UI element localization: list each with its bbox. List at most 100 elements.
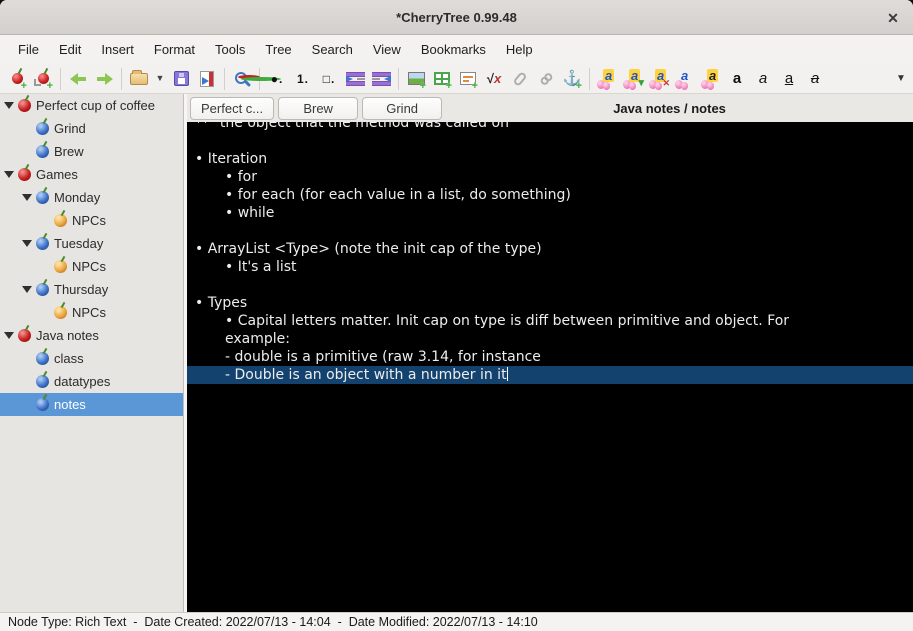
expander-icon[interactable] bbox=[22, 194, 33, 201]
tree-node-label: class bbox=[54, 351, 84, 366]
expander-icon[interactable] bbox=[22, 286, 33, 293]
insert-codebox-button[interactable]: + bbox=[455, 66, 481, 92]
save-as-icon bbox=[200, 70, 214, 87]
menu-tree[interactable]: Tree bbox=[255, 38, 301, 61]
menu-insert[interactable]: Insert bbox=[91, 38, 144, 61]
numbered-list-button[interactable]: 1. bbox=[290, 66, 316, 92]
go-back-button[interactable] bbox=[65, 66, 91, 92]
strikethrough-button[interactable]: a bbox=[802, 66, 828, 92]
expander-icon[interactable] bbox=[4, 171, 15, 178]
close-icon[interactable]: ✕ bbox=[882, 7, 904, 29]
new-node-button[interactable]: + bbox=[4, 66, 30, 92]
insert-anchor-button[interactable]: ⚓ + bbox=[559, 66, 585, 92]
tree-node-datatypes[interactable]: datatypes bbox=[0, 370, 183, 393]
indent-button[interactable] bbox=[342, 66, 368, 92]
tree-node-notes-selected[interactable]: notes bbox=[0, 393, 183, 416]
editor-line[interactable]: • Iteration bbox=[187, 150, 913, 168]
expander-icon[interactable] bbox=[4, 332, 15, 339]
foreground-color-button[interactable]: a bbox=[672, 66, 698, 92]
menu-search[interactable]: Search bbox=[302, 38, 363, 61]
menu-edit[interactable]: Edit bbox=[49, 38, 91, 61]
menu-format[interactable]: Format bbox=[144, 38, 205, 61]
editor-line[interactable]: • Types bbox=[187, 294, 913, 312]
open-file-button[interactable] bbox=[126, 66, 152, 92]
node-button-brew[interactable]: Brew bbox=[278, 96, 359, 120]
background-color-button[interactable]: a bbox=[698, 66, 724, 92]
insert-image-button[interactable]: + bbox=[403, 66, 429, 92]
format-text-button[interactable]: a ▾ bbox=[620, 66, 646, 92]
folder-icon bbox=[130, 69, 148, 85]
remove-format-button[interactable]: a ✕ bbox=[646, 66, 672, 92]
tree-node-tuesday[interactable]: Tuesday bbox=[0, 232, 183, 255]
menu-tools[interactable]: Tools bbox=[205, 38, 255, 61]
bold-button[interactable]: a bbox=[724, 66, 750, 92]
tree-node-brew[interactable]: Brew bbox=[0, 140, 183, 163]
tree-sidebar[interactable]: Perfect cup of coffee Grind Brew Games M… bbox=[0, 94, 183, 612]
underline-button[interactable]: a bbox=[776, 66, 802, 92]
menu-file[interactable]: File bbox=[8, 38, 49, 61]
menu-view[interactable]: View bbox=[363, 38, 411, 61]
editor-line[interactable]: - double is a primitive (raw 3.14, for i… bbox=[187, 348, 913, 366]
todo-list-icon: □. bbox=[322, 71, 336, 86]
tree-node-npcs[interactable]: NPCs bbox=[0, 209, 183, 232]
tree-node-npcs[interactable]: NPCs bbox=[0, 255, 183, 278]
find-button[interactable] bbox=[229, 66, 281, 92]
editor-line[interactable]: • for each (for each value in a list, do… bbox=[187, 186, 913, 204]
editor-line[interactable]: example: bbox=[187, 330, 913, 348]
indent-left-icon bbox=[371, 71, 391, 86]
tree-node-npcs[interactable]: NPCs bbox=[0, 301, 183, 324]
tree-node-label: NPCs bbox=[72, 259, 106, 274]
editor-line-current[interactable]: - Double is an object with a number in i… bbox=[187, 366, 913, 384]
numbered-list-icon: 1. bbox=[296, 71, 309, 86]
go-forward-button[interactable] bbox=[91, 66, 117, 92]
bulleted-list-button[interactable]: ●. bbox=[264, 66, 290, 92]
tree-node-perfect-cup-of-coffee[interactable]: Perfect cup of coffee bbox=[0, 94, 183, 117]
expander-icon[interactable] bbox=[22, 240, 33, 247]
tree-node-monday[interactable]: Monday bbox=[0, 186, 183, 209]
menu-bookmarks[interactable]: Bookmarks bbox=[411, 38, 496, 61]
editor-line[interactable]: • for bbox=[187, 168, 913, 186]
cherry-blue-icon bbox=[36, 352, 49, 365]
insert-math-button[interactable]: √x bbox=[481, 66, 507, 92]
node-button-perfect-cup[interactable]: Perfect c... bbox=[190, 96, 275, 120]
node-button-grind[interactable]: Grind bbox=[362, 96, 443, 120]
editor-line[interactable]: • It's a list bbox=[187, 258, 913, 276]
rich-text-editor[interactable]: ** "the object that the method was calle… bbox=[187, 122, 913, 612]
cherry-blue-icon bbox=[36, 283, 49, 296]
save-as-button[interactable] bbox=[194, 66, 220, 92]
expander-icon[interactable] bbox=[4, 102, 15, 109]
editor-pane: Perfect c... Brew Grind Java notes / not… bbox=[187, 94, 913, 612]
editor-line[interactable] bbox=[187, 132, 913, 150]
x-mark-icon: ✕ bbox=[662, 77, 670, 88]
tree-node-class[interactable]: class bbox=[0, 347, 183, 370]
todo-list-button[interactable]: □. bbox=[316, 66, 342, 92]
forward-arrow-icon bbox=[96, 72, 113, 85]
toolbar-overflow-button[interactable]: ▼ bbox=[893, 66, 909, 92]
tree-node-label: datatypes bbox=[54, 374, 111, 389]
recent-docs-dropdown[interactable]: ▼ bbox=[152, 66, 168, 92]
editor-line[interactable]: ** "the object that the method was calle… bbox=[187, 122, 913, 132]
editor-line[interactable] bbox=[187, 276, 913, 294]
editor-line[interactable]: • ArrayList <Type> (note the init cap of… bbox=[187, 240, 913, 258]
insert-link-button[interactable] bbox=[533, 66, 559, 92]
attach-file-button[interactable] bbox=[507, 66, 533, 92]
tree-node-java-notes[interactable]: Java notes bbox=[0, 324, 183, 347]
new-subnode-button[interactable]: + bbox=[30, 66, 56, 92]
tree-node-thursday[interactable]: Thursday bbox=[0, 278, 183, 301]
toolbar-separator bbox=[121, 67, 122, 90]
editor-line[interactable]: • while bbox=[187, 204, 913, 222]
menu-help[interactable]: Help bbox=[496, 38, 543, 61]
tree-node-grind[interactable]: Grind bbox=[0, 117, 183, 140]
tree-node-games[interactable]: Games bbox=[0, 163, 183, 186]
format-letter-icon: a bbox=[681, 67, 689, 83]
italic-button[interactable]: a bbox=[750, 66, 776, 92]
apply-latest-format-button[interactable]: a bbox=[594, 66, 620, 92]
unindent-button[interactable] bbox=[368, 66, 394, 92]
cherry-orange-icon bbox=[54, 306, 67, 319]
insert-table-button[interactable]: + bbox=[429, 66, 455, 92]
editor-line[interactable] bbox=[187, 222, 913, 240]
editor-line[interactable]: • Capital letters matter. Init cap on ty… bbox=[187, 312, 913, 330]
save-button[interactable] bbox=[168, 66, 194, 92]
